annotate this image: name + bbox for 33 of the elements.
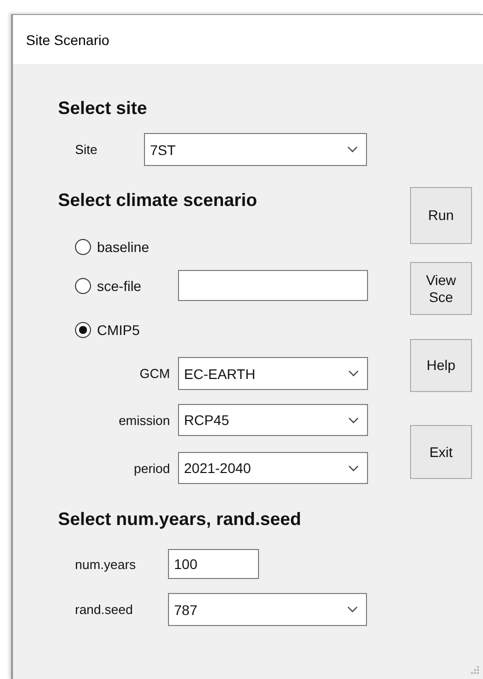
- file-input-field[interactable]: [178, 270, 368, 301]
- field-label: num.years: [75, 556, 137, 572]
- dropdown-field[interactable]: RCP45: [178, 404, 368, 436]
- dropdown-field[interactable]: 2021-2040: [178, 452, 368, 484]
- dropdown-field[interactable]: EC-EARTH: [178, 357, 368, 390]
- chevron-down-icon: [348, 464, 359, 472]
- radio-option[interactable]: sce-file: [75, 278, 178, 294]
- radio-icon[interactable]: [75, 278, 91, 294]
- chevron-down-icon: [347, 146, 358, 153]
- dropdown-field[interactable]: 787: [168, 593, 367, 626]
- window-title: Site Scenario: [26, 32, 110, 48]
- dialog-button[interactable]: Help: [410, 339, 472, 392]
- chevron-down-icon: [348, 370, 359, 377]
- section-heading: Select num.years, rand.seed: [58, 508, 302, 530]
- radio-option[interactable]: CMIP5: [75, 322, 178, 338]
- text-input-field[interactable]: 100: [168, 549, 259, 579]
- field-label: period: [132, 460, 171, 476]
- radio-icon[interactable]: [75, 239, 91, 255]
- dialog-button[interactable]: View Sce: [410, 262, 472, 315]
- radio-option[interactable]: baseline: [75, 239, 178, 255]
- dialog-button[interactable]: Exit: [410, 425, 472, 479]
- dialog-button[interactable]: Run: [410, 187, 472, 244]
- site-dropdown[interactable]: 7ST: [144, 133, 367, 166]
- field-label: rand.seed: [75, 602, 134, 617]
- chevron-down-icon: [348, 416, 359, 424]
- field-label: Site: [75, 142, 98, 157]
- field-label: GCM: [138, 366, 171, 381]
- radio-icon[interactable]: [75, 322, 91, 338]
- chevron-down-icon: [347, 606, 358, 613]
- section-heading: Select climate scenario: [58, 189, 258, 211]
- resize-grip-icon[interactable]: [471, 666, 479, 674]
- section-heading: Select site: [58, 97, 148, 119]
- field-label: emission: [118, 412, 171, 428]
